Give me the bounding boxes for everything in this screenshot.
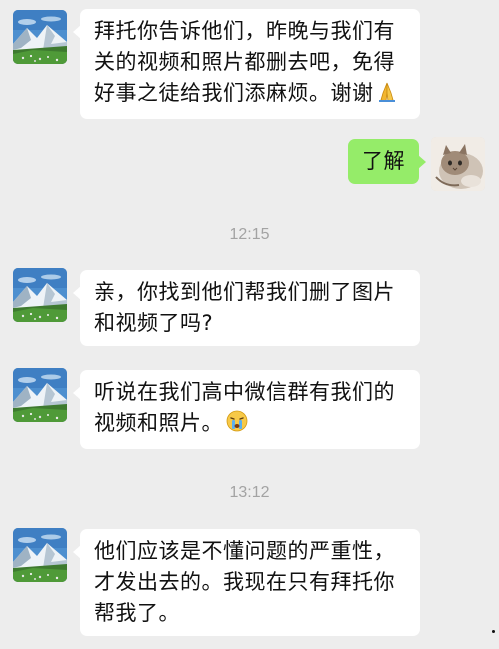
contact-avatar[interactable] xyxy=(13,368,67,422)
message-bubble-outgoing[interactable]: 了解 xyxy=(348,139,426,184)
message-timestamp: 13:12 xyxy=(229,484,270,501)
message-timestamp: 12:15 xyxy=(229,226,270,243)
message-bubble-incoming[interactable]: 他们应该是不懂问题的严重性，才发出去的。我现在只有拜托你帮我了。 xyxy=(73,529,420,636)
message-text: 拜托你告诉他们，昨晚与我们有关的视频和照片都删去吧，免得好事之徒给我们添麻烦。谢… xyxy=(94,19,395,105)
message-text: 亲，你找到他们帮我们删了图片和视频了吗? xyxy=(94,280,395,335)
contact-avatar[interactable] xyxy=(13,10,67,64)
message-text: 了解 xyxy=(362,149,405,173)
contact-avatar[interactable] xyxy=(13,268,67,322)
message-bubble-incoming[interactable]: 亲，你找到他们帮我们删了图片和视频了吗? xyxy=(73,270,420,346)
folded-hands-emoji xyxy=(376,81,398,112)
message-bubble-incoming[interactable]: 拜托你告诉他们，昨晚与我们有关的视频和照片都删去吧，免得好事之徒给我们添麻烦。谢… xyxy=(73,9,420,119)
contact-avatar[interactable] xyxy=(13,528,67,582)
message-bubble-incoming[interactable]: 听说在我们高中微信群有我们的视频和照片。 xyxy=(73,370,420,449)
message-text: 他们应该是不懂问题的严重性，才发出去的。我现在只有拜托你帮我了。 xyxy=(94,539,395,625)
crying-face-emoji xyxy=(225,409,249,442)
page-dot xyxy=(492,630,495,633)
self-avatar[interactable] xyxy=(431,137,485,191)
